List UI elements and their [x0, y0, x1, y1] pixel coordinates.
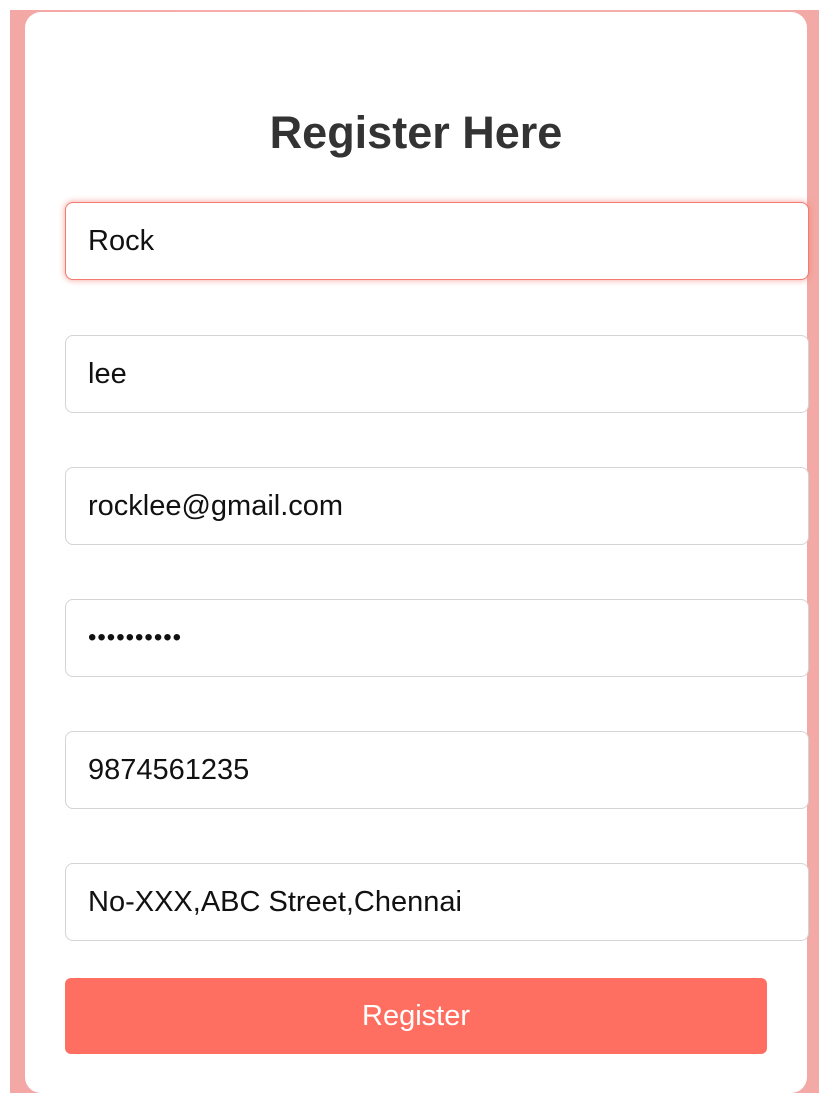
form-title: Register Here	[269, 107, 563, 158]
password-input[interactable]	[65, 599, 809, 677]
email-input[interactable]	[65, 467, 809, 545]
first-name-input[interactable]	[65, 202, 809, 280]
register-button[interactable]: Register	[65, 978, 767, 1054]
last-name-input[interactable]	[65, 335, 809, 413]
register-card: Register Here Register	[25, 12, 809, 1093]
phone-input[interactable]	[65, 731, 809, 809]
address-input[interactable]	[65, 863, 809, 941]
